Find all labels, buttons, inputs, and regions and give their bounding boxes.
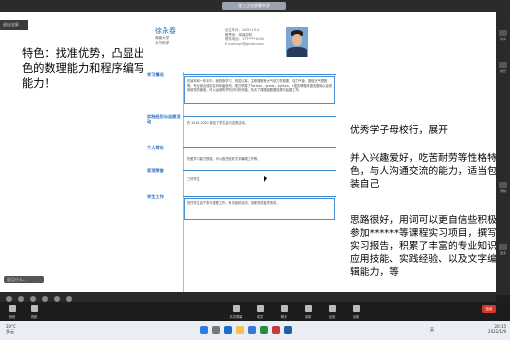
record-icon: [305, 305, 312, 312]
settings-label: 设置: [352, 315, 360, 319]
meeting-app-icon[interactable]: [248, 326, 256, 334]
apps-button[interactable]: 应用: [322, 303, 342, 321]
section-awards-text: 三好学生: [187, 177, 200, 181]
right-strip-label: 共享: [499, 37, 506, 41]
meeting-toolbar: 静音 视频 共享屏幕 成员 聊天 录制 应用 设置: [0, 302, 510, 321]
chat-label: 聊天: [280, 315, 288, 319]
resume-name: 徐永春: [155, 27, 176, 35]
video-label: 视频: [30, 315, 38, 319]
gear-icon: [353, 305, 360, 312]
mute-button[interactable]: 静音: [2, 303, 22, 321]
record-icon[interactable]: [499, 182, 507, 188]
taskbar-clock[interactable]: 20:15 2022/1/9: [476, 324, 506, 334]
members-icon[interactable]: [499, 62, 507, 68]
word-icon[interactable]: [284, 326, 292, 334]
right-strip-label: 成员: [499, 69, 506, 73]
section-title-study: 学习情况: [147, 72, 164, 77]
record-button[interactable]: 录制: [298, 303, 318, 321]
photo-shirt: [287, 47, 307, 57]
more-icon[interactable]: [499, 244, 507, 250]
right-side-strip: 共享 成员 录制 更多: [496, 12, 510, 295]
info-email: E-mail:xyc@gmail.com: [225, 41, 264, 46]
photo-face: [292, 34, 302, 46]
section-study-box: 在读本科一年半中，我勤奋学习、刻苦认真，主修课程有大气动力学原理、动力气象、数值…: [184, 76, 335, 104]
share-screen-button[interactable]: 共享屏幕: [226, 303, 246, 321]
resume-major: 大气科学: [155, 41, 170, 45]
section-rule: [183, 116, 336, 117]
screen-share-title[interactable]: 张三正在屏幕共享: [222, 2, 286, 10]
apps-label: 应用: [328, 315, 336, 319]
chat-icon: [281, 305, 288, 312]
search-icon[interactable]: [212, 326, 220, 334]
section-title-work: 学生工作: [147, 194, 164, 199]
annotation-right-2: 并入兴趣爱好，吃苦耐劳等性格特色，与人沟通交流的能力，适当包装自己: [350, 153, 497, 190]
members-icon: [257, 305, 264, 312]
right-strip-label: 更多: [499, 251, 506, 255]
section-divider: [183, 72, 184, 292]
folder-icon[interactable]: [236, 326, 244, 334]
exit-fullscreen-button[interactable]: 退出全屏: [0, 20, 28, 30]
windows-taskbar: 20°C 多云 英 20:15 2022/1/9: [0, 321, 510, 340]
chat-button[interactable]: 聊天: [274, 303, 294, 321]
section-rule: [183, 170, 336, 171]
section-rule: [183, 147, 336, 148]
resume-photo: [286, 27, 308, 57]
start-icon[interactable]: [200, 326, 208, 334]
members-button[interactable]: 成员: [250, 303, 270, 321]
mouse-cursor-icon: [264, 176, 267, 182]
section-work-box: 担任学生会干事与班委工作，负责组织活动，协助完成各项事务。: [184, 198, 335, 220]
annotation-left: 特色：找准优势，凸显出色的数理能力和程序编写能力！: [22, 47, 146, 90]
apps-icon: [329, 305, 336, 312]
settings-button[interactable]: 设置: [346, 303, 366, 321]
input-method-indicator[interactable]: 英: [430, 327, 434, 333]
annotation-right-3: 思路很好，用词可以更自信些积极参加******等课程实习项目，撰写实习报告，积累…: [350, 215, 497, 278]
share-icon[interactable]: [499, 30, 507, 36]
share-screen-icon: [233, 305, 240, 312]
end-meeting-button[interactable]: 结束: [482, 305, 496, 313]
section-title-practice: 实践经历与志愿活动: [147, 114, 181, 124]
resume-header: 徐永春 湖南大学 大气科学: [155, 26, 220, 46]
section-rule: [183, 196, 336, 197]
section-title-personal: 个人特长: [147, 145, 164, 150]
microphone-icon: [9, 305, 16, 312]
section-practice-text: 在 2019-2020 参加了学生会与志愿活动。: [187, 121, 248, 125]
right-strip-label: 录制: [499, 189, 506, 193]
section-title-awards: 奖项荣誉: [147, 168, 164, 173]
weather-desc: 多云: [6, 329, 14, 334]
app-icon[interactable]: [272, 326, 280, 334]
video-button[interactable]: 视频: [24, 303, 44, 321]
chat-input[interactable]: 说点什么…: [4, 276, 44, 283]
share-label: 共享屏幕: [229, 315, 243, 319]
section-personal-text: 热爱学习能力很强，可以胜任较好文字编辑工作等。: [187, 157, 261, 161]
weather-widget[interactable]: 20°C 多云: [6, 324, 16, 334]
mute-label: 静音: [8, 315, 16, 319]
clock-date: 2022/1/9: [488, 329, 506, 334]
resume-document: 徐永春 湖南大学 大气科学 出生年月：2000.10.4 籍贯地：湖南邵阳 联系…: [143, 22, 336, 292]
edge-icon[interactable]: [224, 326, 232, 334]
camera-icon: [31, 305, 38, 312]
section-rule: [183, 74, 336, 75]
members-label: 成员: [256, 315, 264, 319]
record-label: 录制: [304, 315, 312, 319]
annotation-right-1: 优秀学子母校行，展开: [350, 125, 448, 136]
wechat-icon[interactable]: [260, 326, 268, 334]
resume-info: 出生年月：2000.10.4 籍贯地：湖南邵阳 联系电话：177****1004…: [225, 28, 285, 46]
